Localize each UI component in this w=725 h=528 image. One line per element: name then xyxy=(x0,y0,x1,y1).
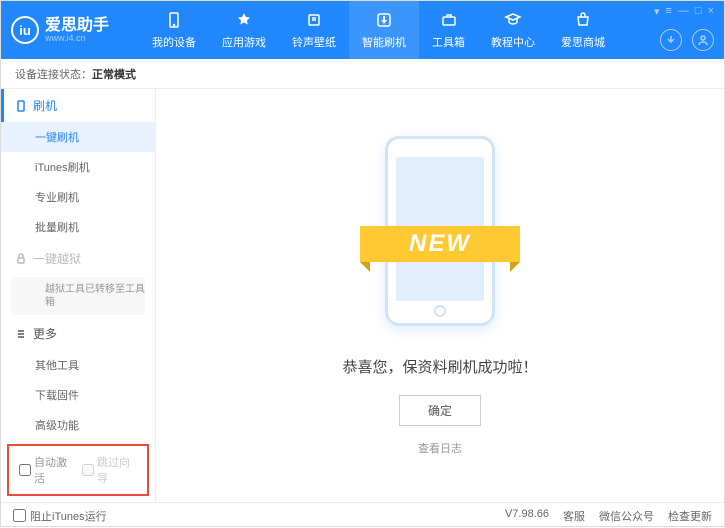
app-url: www.i4.cn xyxy=(45,34,109,43)
dropdown-icon[interactable]: ▾ xyxy=(654,5,660,18)
tutorial-icon xyxy=(503,10,523,30)
tab-shop[interactable]: 爱思商城 xyxy=(548,1,618,59)
app-name: 爱思助手 xyxy=(45,18,109,34)
device-info: iPhone 15 Pro Max 512GB iPhone xyxy=(1,500,155,502)
sidebar-item-advanced[interactable]: 高级功能 xyxy=(1,410,155,440)
sidebar: 刷机 一键刷机 iTunes刷机 专业刷机 批量刷机 一键越狱 越狱工具已转移至… xyxy=(1,89,156,502)
sidebar-header-jailbreak: 一键越狱 xyxy=(1,242,155,275)
top-tabs: 我的设备 应用游戏 铃声壁纸 智能刷机 工具箱 教程中心 爱思商城 xyxy=(139,1,618,59)
content-area: NEW 恭喜您，保资料刷机成功啦！ 确定 查看日志 xyxy=(156,89,724,502)
phone-icon xyxy=(15,100,27,112)
checkbox-skip-guide[interactable]: 跳过向导 xyxy=(82,454,137,486)
version-label: V7.98.66 xyxy=(505,508,549,524)
toolbox-icon xyxy=(439,10,459,30)
minimize-icon[interactable]: — xyxy=(678,5,689,18)
close-icon[interactable]: × xyxy=(708,5,714,18)
menu-icon[interactable]: ≡ xyxy=(665,5,671,18)
jailbreak-note: 越狱工具已转移至工具箱 xyxy=(11,277,145,315)
list-icon xyxy=(15,328,27,340)
download-button[interactable] xyxy=(660,29,682,51)
checkbox-highlight-box: 自动激活 跳过向导 xyxy=(7,444,149,496)
tab-tutorial[interactable]: 教程中心 xyxy=(478,1,548,59)
window-controls: ▾ ≡ — □ × xyxy=(654,5,714,18)
view-log-link[interactable]: 查看日志 xyxy=(418,440,462,456)
new-banner: NEW xyxy=(360,226,520,262)
tab-flash[interactable]: 智能刷机 xyxy=(349,1,419,59)
tab-ringtone[interactable]: 铃声壁纸 xyxy=(279,1,349,59)
shop-icon xyxy=(573,10,593,30)
ringtone-icon xyxy=(304,10,324,30)
header: iu 爱思助手 www.i4.cn 我的设备 应用游戏 铃声壁纸 智能刷机 工具… xyxy=(1,1,724,59)
footer: 阻止iTunes运行 V7.98.66 客服 微信公众号 检查更新 xyxy=(1,502,724,528)
tab-apps[interactable]: 应用游戏 xyxy=(209,1,279,59)
flash-icon xyxy=(374,10,394,30)
sidebar-item-batch-flash[interactable]: 批量刷机 xyxy=(1,212,155,242)
sidebar-item-itunes-flash[interactable]: iTunes刷机 xyxy=(1,152,155,182)
sidebar-item-other-tools[interactable]: 其他工具 xyxy=(1,350,155,380)
status-bar: 设备连接状态： 正常模式 xyxy=(1,59,724,89)
status-value: 正常模式 xyxy=(92,66,136,82)
user-button[interactable] xyxy=(692,29,714,51)
success-message: 恭喜您，保资料刷机成功啦！ xyxy=(342,356,537,377)
logo-icon: iu xyxy=(11,16,39,44)
apps-icon xyxy=(234,10,254,30)
maximize-icon[interactable]: □ xyxy=(695,5,702,18)
tab-my-device[interactable]: 我的设备 xyxy=(139,1,209,59)
status-label: 设备连接状态： xyxy=(15,66,92,82)
footer-link-wechat[interactable]: 微信公众号 xyxy=(599,508,654,524)
sidebar-header-flash[interactable]: 刷机 xyxy=(1,89,155,122)
checkbox-auto-activate[interactable]: 自动激活 xyxy=(19,454,74,486)
sidebar-item-download-firmware[interactable]: 下载固件 xyxy=(1,380,155,410)
footer-link-support[interactable]: 客服 xyxy=(563,508,585,524)
app-logo: iu 爱思助手 www.i4.cn xyxy=(11,16,109,44)
lock-icon xyxy=(15,253,27,265)
confirm-button[interactable]: 确定 xyxy=(399,395,481,426)
phone-illustration: NEW xyxy=(370,136,510,336)
sidebar-item-oneclick-flash[interactable]: 一键刷机 xyxy=(1,122,155,152)
sidebar-header-more[interactable]: 更多 xyxy=(1,317,155,350)
sidebar-item-pro-flash[interactable]: 专业刷机 xyxy=(1,182,155,212)
checkbox-block-itunes[interactable]: 阻止iTunes运行 xyxy=(13,508,107,524)
device-icon xyxy=(164,10,184,30)
tab-toolbox[interactable]: 工具箱 xyxy=(419,1,478,59)
footer-link-update[interactable]: 检查更新 xyxy=(668,508,712,524)
